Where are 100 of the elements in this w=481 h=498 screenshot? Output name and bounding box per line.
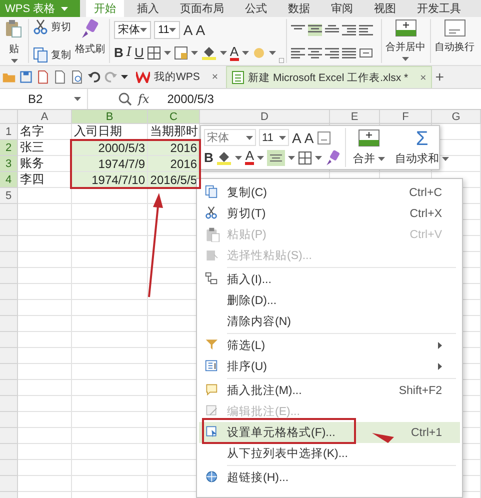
undo-icon[interactable] [87,70,101,84]
border-icon[interactable] [298,150,312,164]
caret-icon[interactable] [190,50,198,54]
caret-icon[interactable] [246,136,253,140]
ribbon-tab[interactable]: 审阅 [323,0,361,17]
align-center-icon[interactable] [308,46,322,58]
document-icon[interactable] [53,70,67,84]
font-size-field[interactable]: 11 [154,20,180,38]
font-name-field[interactable]: 宋体 [204,129,256,146]
print-preview-icon[interactable] [70,70,84,84]
align-bottom-icon[interactable] [324,24,339,36]
autosum-button[interactable]: Σ 自动求和 [392,128,452,167]
ribbon-tab[interactable]: 数据 [280,0,318,17]
row-header[interactable]: 1 [0,124,18,140]
cut-button[interactable]: 剪切 [33,19,71,35]
format-painter-button[interactable]: 格式刷 [75,19,105,63]
copy-icon[interactable] [33,47,49,63]
format-cells-icon[interactable] [316,130,331,144]
italic-button[interactable]: I [126,45,132,60]
font-color-button[interactable]: A [245,150,254,165]
copy-button[interactable]: 复制 [33,47,71,63]
caret-icon[interactable] [257,156,264,160]
column-header[interactable]: A [18,110,72,124]
search-icon[interactable] [118,92,132,106]
merge-button[interactable]: 合并 [350,128,388,167]
ribbon-tab[interactable]: 公式 [237,0,275,17]
fill-color-icon[interactable] [216,150,232,164]
merge-cells-icon[interactable] [358,129,380,147]
column-header[interactable]: B [72,110,148,124]
row-header[interactable]: 2 [0,140,18,156]
font-name-field[interactable]: 宋体 [114,20,151,38]
bold-button[interactable]: B [114,45,124,60]
font-size-field[interactable]: 11 [259,129,289,146]
caret-icon[interactable] [235,156,242,160]
column-header[interactable]: E [330,110,380,124]
align-middle-icon[interactable] [308,24,322,36]
menu-item[interactable]: 超链接(H)... [199,467,460,488]
wps-logo-icon[interactable] [136,71,150,83]
caret-icon[interactable] [140,28,147,32]
sort-icon[interactable] [205,359,220,374]
menu-item[interactable]: 清除内容(N) [199,311,460,332]
caret-icon[interactable] [164,50,171,54]
grow-font-button[interactable]: A [183,22,193,38]
menu-item[interactable]: 插入(I)... [199,269,460,290]
brush-icon[interactable] [325,150,342,166]
align-left-icon[interactable] [290,46,305,58]
column-header[interactable]: D [200,110,330,124]
new-tab-button[interactable]: + [435,68,444,86]
caret-icon[interactable] [268,50,276,54]
document-icon[interactable] [36,70,50,84]
distribute-icon[interactable] [358,46,373,58]
insert-function-button[interactable]: fx [138,92,150,106]
name-box[interactable]: B2 [0,89,88,109]
brush-icon[interactable] [80,19,100,39]
menu-item[interactable]: 删除(D)... [199,290,460,311]
caret-icon[interactable] [442,156,450,160]
caret-icon[interactable] [220,50,227,54]
caret-icon[interactable] [279,136,286,140]
cell-style-icon[interactable] [174,46,188,60]
menu-item[interactable]: 筛选(L) [199,335,460,356]
caret-icon[interactable] [121,75,128,79]
caret-icon[interactable] [242,50,249,54]
wrap-text-icon[interactable] [444,19,466,37]
merge-center-button[interactable]: 合并居中 [386,19,426,63]
fill-color-icon[interactable] [200,46,217,60]
menu-item[interactable]: 设置单元格格式(F)... Ctrl+1 [199,422,460,443]
close-tab-button[interactable]: × [212,71,218,83]
bold-button[interactable]: B [204,150,214,165]
caret-icon[interactable] [169,28,176,32]
close-tab-button[interactable]: × [420,72,426,84]
caret-icon[interactable] [315,156,322,160]
scissors-icon[interactable] [205,206,220,221]
column-header[interactable]: G [432,110,481,124]
spreadsheet-icon[interactable] [232,71,244,84]
caret-icon[interactable] [74,97,81,101]
font-color-button[interactable]: A [230,44,239,60]
document-tab[interactable]: 我的WPS × [131,66,224,88]
document-tab[interactable]: 新建 Microsoft Excel 工作表.xlsx * × [226,66,432,88]
align-center-icon[interactable] [267,150,286,166]
save-icon[interactable] [19,70,33,84]
paste-icon[interactable] [4,19,24,39]
menu-item[interactable]: 插入批注(M)... Shift+F2 [199,380,460,401]
ribbon-tab[interactable]: 页面布局 [172,0,232,17]
comment-icon[interactable] [205,383,220,398]
wrap-text-button[interactable]: 自动换行 [434,19,475,63]
caret-icon[interactable] [378,156,386,160]
insert-icon[interactable] [205,272,220,287]
align-right-icon[interactable] [324,46,339,58]
border-icon[interactable] [146,46,161,60]
row-header[interactable]: 5 [0,188,18,204]
caret-icon[interactable] [10,59,18,63]
caret-icon[interactable] [288,156,296,160]
submenu-arrow-icon[interactable] [438,363,442,370]
ribbon-tab[interactable]: 插入 [129,0,167,17]
underline-button[interactable]: U [134,45,144,60]
submenu-arrow-icon[interactable] [438,342,442,349]
column-header[interactable]: C [148,110,200,124]
column-header[interactable]: F [380,110,432,124]
caret-icon[interactable] [402,57,410,61]
menu-item[interactable]: 复制(C) Ctrl+C [199,182,460,203]
